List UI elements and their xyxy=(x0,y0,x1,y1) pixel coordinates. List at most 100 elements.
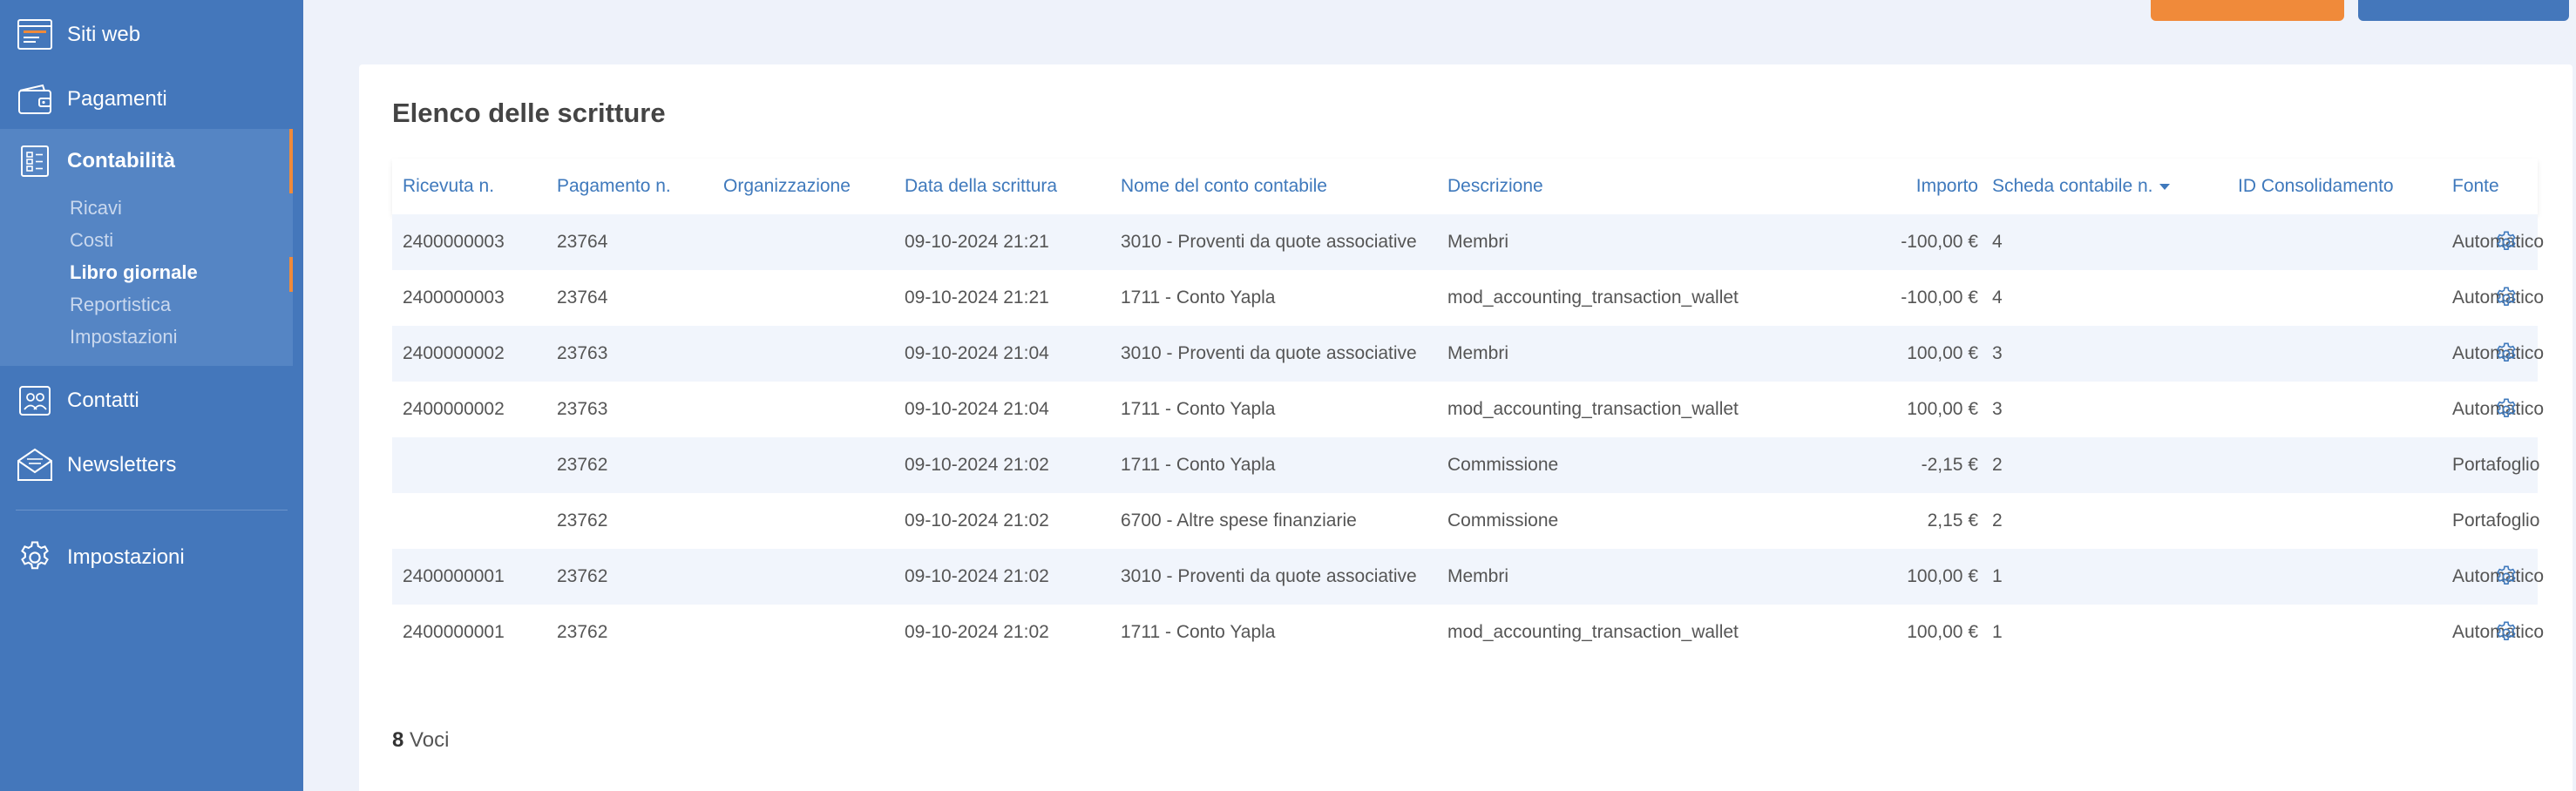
cell-account: 1711 - Conto Yapla xyxy=(1121,437,1436,493)
website-icon xyxy=(16,16,54,54)
total-entries: 8 Voci xyxy=(392,728,449,753)
ledger-icon xyxy=(16,142,54,180)
contacts-icon xyxy=(16,382,54,420)
gear-icon xyxy=(16,538,54,577)
cell-source: Portafoglio xyxy=(2452,493,2576,549)
total-label: Voci xyxy=(410,728,449,752)
table-row: 24000000012376209-10-2024 21:023010 - Pr… xyxy=(392,549,2538,605)
column-header-date[interactable]: Data della scrittura xyxy=(905,159,1114,214)
cell-consolidation xyxy=(2238,326,2447,382)
cell-amount: 100,00 € xyxy=(1760,326,1978,382)
cell-consolidation xyxy=(2238,382,2447,437)
sidebar-item-settings[interactable]: Impostazioni xyxy=(0,526,303,589)
cell-organization xyxy=(723,214,898,270)
cell-amount: 2,15 € xyxy=(1760,493,1978,549)
cell-receipt: 2400000002 xyxy=(403,382,551,437)
sidebar-item-contacts[interactable]: Contatti xyxy=(0,369,303,432)
sidebar-sub-revenues[interactable]: Ricavi xyxy=(70,197,122,220)
cell-consolidation xyxy=(2238,605,2447,660)
cell-consolidation xyxy=(2238,214,2447,270)
row-settings-gear-icon[interactable] xyxy=(2494,286,2518,310)
cell-organization xyxy=(723,382,898,437)
cell-receipt: 2400000002 xyxy=(403,326,551,382)
cell-organization xyxy=(723,605,898,660)
row-settings-gear-icon[interactable] xyxy=(2494,230,2518,254)
column-header-payment[interactable]: Pagamento n. xyxy=(557,159,714,214)
cell-date: 09-10-2024 21:02 xyxy=(905,493,1114,549)
column-header-consolidation[interactable]: ID Consolidamento xyxy=(2238,159,2447,214)
sidebar-item-label: Siti web xyxy=(67,23,140,47)
cell-organization xyxy=(723,493,898,549)
cell-sheet: 4 xyxy=(1992,270,2227,326)
cell-date: 09-10-2024 21:21 xyxy=(905,214,1114,270)
cell-account: 3010 - Proventi da quote associative xyxy=(1121,326,1436,382)
cell-organization xyxy=(723,270,898,326)
column-header-sheet-label: Scheda contabile n. xyxy=(1992,176,2152,196)
column-header-account[interactable]: Nome del conto contabile xyxy=(1121,159,1436,214)
cell-amount: -100,00 € xyxy=(1760,270,1978,326)
cell-sheet: 2 xyxy=(1992,437,2227,493)
cell-payment: 23763 xyxy=(557,326,714,382)
cell-payment: 23762 xyxy=(557,493,714,549)
secondary-action-button[interactable] xyxy=(2358,0,2569,21)
sidebar-item-payments[interactable]: Pagamenti xyxy=(0,68,303,131)
column-header-sheet[interactable]: Scheda contabile n. xyxy=(1992,159,2227,214)
sidebar-item-newsletters[interactable]: Newsletters xyxy=(0,434,303,497)
row-settings-gear-icon[interactable] xyxy=(2494,565,2518,589)
column-header-amount[interactable]: Importo xyxy=(1760,159,1978,214)
journal-table: Ricevuta n. Pagamento n. Organizzazione … xyxy=(392,159,2538,660)
cell-source: Portafoglio xyxy=(2452,437,2576,493)
page-title: Elenco delle scritture xyxy=(392,98,666,129)
cell-description: mod_accounting_transaction_wallet xyxy=(1447,382,1751,437)
table-row: 2376209-10-2024 21:026700 - Altre spese … xyxy=(392,493,2538,549)
cell-date: 09-10-2024 21:04 xyxy=(905,326,1114,382)
cell-account: 1711 - Conto Yapla xyxy=(1121,382,1436,437)
cell-payment: 23762 xyxy=(557,437,714,493)
sidebar-item-label: Pagamenti xyxy=(67,87,167,112)
cell-sheet: 3 xyxy=(1992,326,2227,382)
cell-amount: 100,00 € xyxy=(1760,605,1978,660)
cell-payment: 23762 xyxy=(557,549,714,605)
column-header-source[interactable]: Fonte xyxy=(2452,159,2576,214)
sidebar-sub-journal[interactable]: Libro giornale xyxy=(70,261,198,284)
sort-desc-icon xyxy=(2159,184,2170,190)
cell-consolidation xyxy=(2238,549,2447,605)
table-body: 24000000032376409-10-2024 21:213010 - Pr… xyxy=(392,214,2538,660)
cell-description: Membri xyxy=(1447,214,1751,270)
cell-receipt xyxy=(403,493,551,549)
journal-panel: Elenco delle scritture Ricevuta n. Pagam… xyxy=(359,64,2573,791)
table-row: 240000000223763 09-10-2024 21:043010 - Pr… xyxy=(392,326,2538,382)
cell-amount: 100,00 € xyxy=(1760,549,1978,605)
row-settings-gear-icon[interactable] xyxy=(2494,341,2518,366)
cell-amount: -100,00 € xyxy=(1760,214,1978,270)
active-sub-marker xyxy=(289,257,293,292)
column-header-description[interactable]: Descrizione xyxy=(1447,159,1751,214)
cell-amount: -2,15 € xyxy=(1760,437,1978,493)
primary-action-button[interactable] xyxy=(2151,0,2344,21)
sidebar-item-label: Contatti xyxy=(67,389,139,413)
table-row: 24000000012376209-10-2024 21:021711 - Co… xyxy=(392,605,2538,660)
cell-date: 09-10-2024 21:02 xyxy=(905,605,1114,660)
cell-organization xyxy=(723,549,898,605)
sidebar-item-websites[interactable]: Siti web xyxy=(0,3,303,66)
row-settings-gear-icon[interactable] xyxy=(2494,620,2518,645)
sidebar-sub-reporting[interactable]: Reportistica xyxy=(70,294,171,316)
cell-date: 09-10-2024 21:02 xyxy=(905,437,1114,493)
cell-date: 09-10-2024 21:21 xyxy=(905,270,1114,326)
sidebar-item-accounting[interactable]: Contabilità xyxy=(0,130,293,193)
cell-consolidation xyxy=(2238,437,2447,493)
sidebar-sub-settings[interactable]: Impostazioni xyxy=(70,326,178,348)
cell-organization xyxy=(723,437,898,493)
total-count: 8 xyxy=(392,728,403,752)
column-header-receipt[interactable]: Ricevuta n. xyxy=(403,159,551,214)
sidebar-item-label: Contabilità xyxy=(67,149,175,173)
sidebar: Siti web Pagamenti xyxy=(0,0,303,791)
sidebar-sub-costs[interactable]: Costi xyxy=(70,229,113,252)
row-settings-gear-icon[interactable] xyxy=(2494,397,2518,422)
cell-description: Membri xyxy=(1447,549,1751,605)
cell-receipt: 2400000003 xyxy=(403,214,551,270)
column-header-organization[interactable]: Organizzazione xyxy=(723,159,898,214)
cell-description: mod_accounting_transaction_wallet xyxy=(1447,605,1751,660)
cell-organization xyxy=(723,326,898,382)
cell-receipt: 2400000001 xyxy=(403,549,551,605)
